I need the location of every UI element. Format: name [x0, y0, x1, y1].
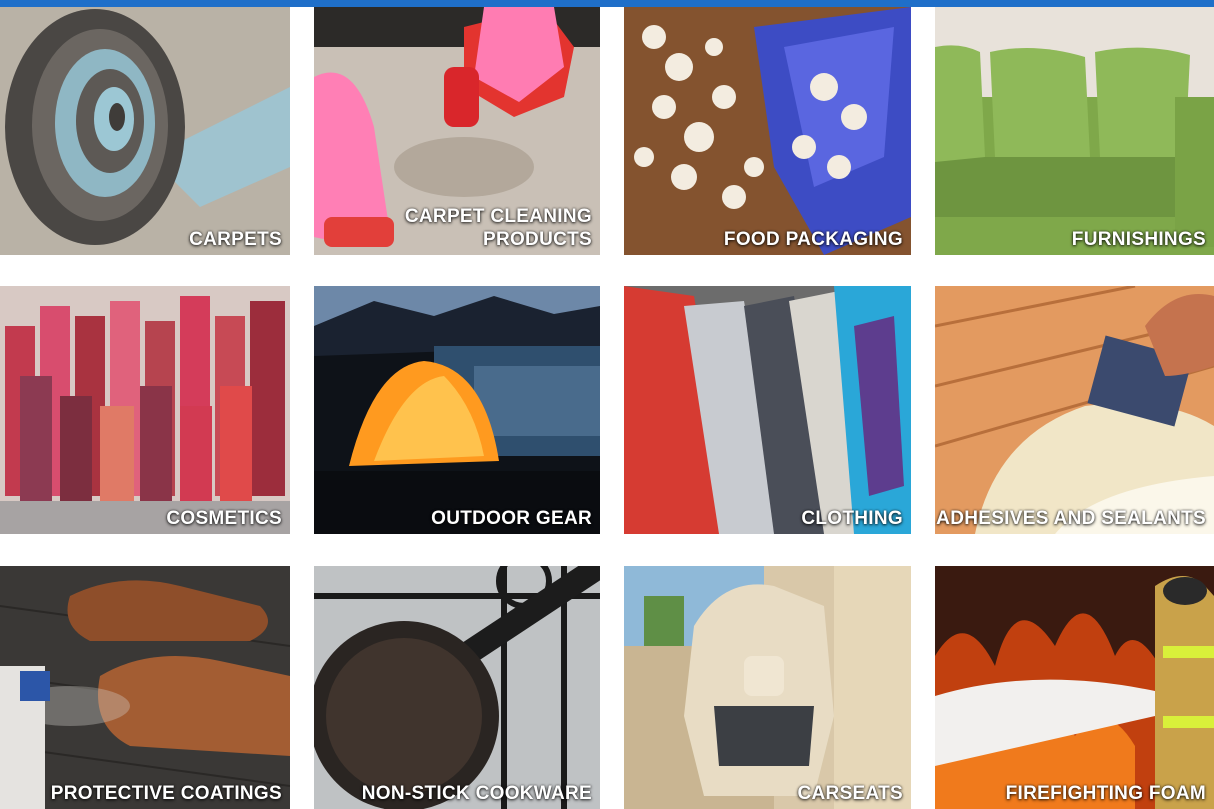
tile-label: COSMETICS [166, 508, 282, 529]
jackets-rack-image [624, 286, 911, 534]
glowing-tent-image [314, 286, 600, 534]
tile-label: NON-STICK COOKWARE [361, 783, 592, 804]
tile-label: CLOTHING [801, 508, 903, 529]
tile-cosmetics[interactable]: COSMETICS [0, 286, 290, 534]
floor-sealant-image [935, 286, 1214, 534]
carpet-roll-image [0, 7, 290, 255]
tile-label: FIREFIGHTING FOAM [1005, 783, 1206, 804]
green-sofa-image [935, 7, 1214, 255]
tile-carpet-cleaning-products[interactable]: CARPET CLEANING PRODUCTS [314, 7, 600, 255]
lipsticks-image [0, 286, 290, 534]
tile-non-stick-cookware[interactable]: NON-STICK COOKWARE [314, 566, 600, 809]
tile-label: FOOD PACKAGING [723, 229, 903, 250]
tile-clothing[interactable]: CLOTHING [624, 286, 911, 534]
firefighter-foam-image [935, 566, 1214, 809]
tile-label: OUTDOOR GEAR [431, 508, 592, 529]
frying-pan-image [314, 566, 600, 809]
tile-furnishings[interactable]: FURNISHINGS [935, 7, 1214, 255]
tile-label: CARPET CLEANING PRODUCTS [404, 206, 592, 250]
top-accent-bar [0, 0, 1214, 7]
tile-label: FURNISHINGS [1071, 229, 1206, 250]
tile-label: ADHESIVES AND SEALANTS [936, 508, 1206, 529]
car-seat-image [624, 566, 911, 809]
tile-carseats[interactable]: CARSEATS [624, 566, 911, 809]
tile-food-packaging[interactable]: FOOD PACKAGING [624, 7, 911, 255]
tile-firefighting-foam[interactable]: FIREFIGHTING FOAM [935, 566, 1214, 809]
tile-label: CARPETS [189, 229, 282, 250]
shoe-spray-image [0, 566, 290, 809]
tile-outdoor-gear[interactable]: OUTDOOR GEAR [314, 286, 600, 534]
tile-carpets[interactable]: CARPETS [0, 7, 290, 255]
tile-label: CARSEATS [797, 783, 903, 804]
tile-protective-coatings[interactable]: PROTECTIVE COATINGS [0, 566, 290, 809]
tile-label: PROTECTIVE COATINGS [50, 783, 282, 804]
popcorn-bag-image [624, 7, 911, 255]
tile-adhesives-and-sealants[interactable]: ADHESIVES AND SEALANTS [935, 286, 1214, 534]
